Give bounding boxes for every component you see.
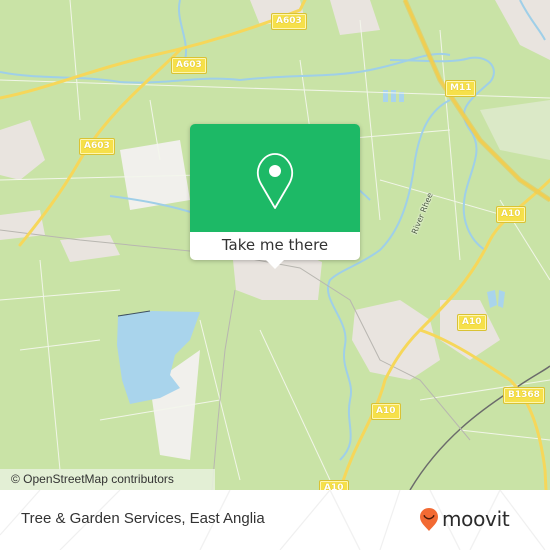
take-me-there-button[interactable]: Take me there: [190, 232, 360, 260]
road-label-a10: A10: [496, 206, 526, 223]
popup-pointer: [266, 260, 284, 269]
road-label-a603: A603: [171, 57, 207, 74]
popup-header: [190, 124, 360, 232]
map-attribution[interactable]: © OpenStreetMap contributors: [0, 469, 215, 490]
footer-bar: Tree & Garden Services, East Anglia moov…: [0, 490, 550, 550]
map-pin-icon: [256, 153, 294, 209]
road-label-a603: A603: [79, 138, 115, 155]
road-label-m11: M11: [444, 80, 477, 97]
road-label-a10: A10: [319, 480, 349, 490]
railway: [409, 365, 550, 490]
road-label-a603: A603: [271, 13, 307, 30]
map-view[interactable]: A603 A603 A603 M11 A10 A10 A10 A10 B1368…: [0, 0, 550, 490]
road-label-a10: A10: [371, 403, 401, 420]
moovit-logo[interactable]: moovit: [418, 506, 510, 532]
road-label-b1368: B1368: [503, 387, 545, 404]
location-popup: Take me there: [190, 124, 360, 269]
moovit-pin-smile-icon: [420, 508, 438, 531]
place-title: Tree & Garden Services, East Anglia: [21, 510, 265, 527]
moovit-wordmark: moovit: [442, 507, 510, 531]
road-label-a10: A10: [457, 314, 487, 331]
